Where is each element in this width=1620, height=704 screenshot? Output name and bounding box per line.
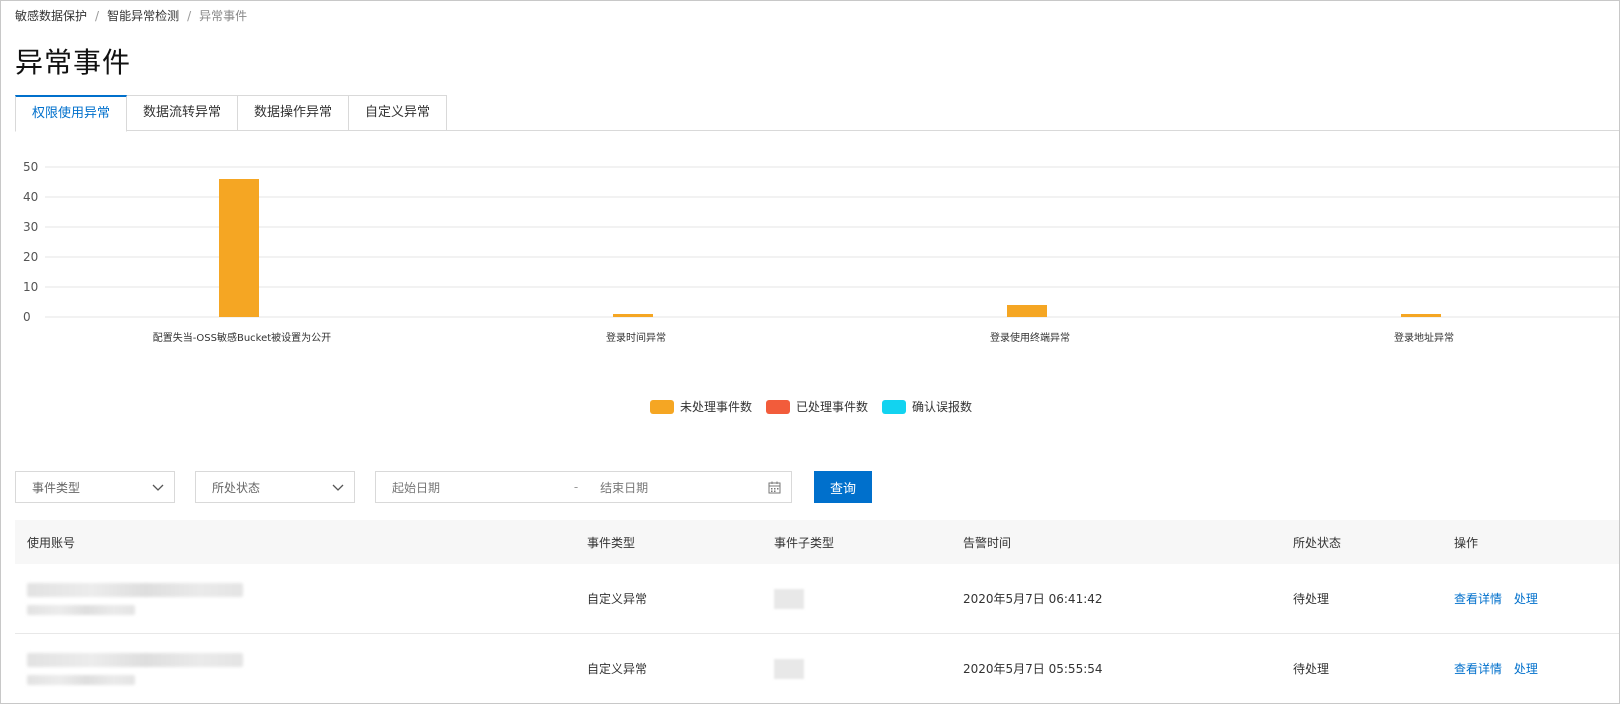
y-tick-label: 10 — [23, 280, 38, 294]
event-type-cell: 自定义异常 — [587, 662, 648, 676]
legend-label-unprocessed: 未处理事件数 — [679, 400, 752, 414]
chart-svg: 0 10 20 30 40 50 配置失当-OSS敏感Bucket被设置为公开 登录时间异常 登… — [23, 160, 1619, 344]
bar-unprocessed[interactable] — [1007, 305, 1047, 317]
legend-item-false-positive[interactable]: 确认误报数 — [882, 398, 972, 415]
breadcrumb-item-anomaly-detection[interactable]: 智能异常检测 — [107, 7, 179, 24]
redacted-subtype — [774, 588, 804, 609]
legend-swatch-unprocessed — [649, 399, 674, 414]
tab-bar: 权限使用异常 数据流转异常 数据操作异常 自定义异常 — [15, 95, 1619, 132]
anomaly-bar-chart: 0 10 20 30 40 50 配置失当-OSS敏感Bucket被设置为公开 登录时间异常 登… — [1, 151, 1619, 361]
handle-link[interactable]: 处理 — [1514, 662, 1538, 676]
redacted-account — [27, 652, 243, 667]
header-status: 所处状态 — [1293, 535, 1342, 550]
chart-legend: 未处理事件数 已处理事件数 确认误报数 — [1, 398, 1619, 415]
page-title: 异常事件 — [15, 46, 132, 79]
actions-cell: 查看详情 处理 — [1454, 660, 1619, 677]
event-subtype-cell — [774, 658, 963, 679]
date-range-picker[interactable]: 起始日期 - 结束日期 — [375, 471, 792, 503]
date-separator: - — [573, 480, 579, 494]
alert-time-cell: 2020年5月7日 05:55:54 — [963, 662, 1103, 676]
query-button[interactable]: 查询 — [814, 471, 872, 503]
table-row: 自定义异常 2020年5月7日 06:41:42 待处理 查看详情 处理 — [15, 564, 1619, 634]
alert-time-cell: 2020年5月7日 06:41:42 — [963, 592, 1103, 606]
account-cell — [15, 582, 587, 615]
status-select[interactable]: 所处状态 — [195, 471, 355, 503]
legend-label-false-positive: 确认误报数 — [912, 400, 973, 414]
page-frame: 敏感数据保护 / 智能异常检测 / 异常事件 异常事件 权限使用异常 数据流转异… — [0, 0, 1620, 704]
chevron-down-icon — [152, 484, 164, 491]
view-details-link[interactable]: 查看详情 — [1454, 662, 1502, 676]
filter-bar: 事件类型 所处状态 起始日期 - 结束日期 查询 — [15, 471, 872, 503]
tab-permission-anomaly[interactable]: 权限使用异常 — [15, 95, 128, 132]
table-header: 使用账号 事件类型 事件子类型 告警时间 所处状态 操作 — [15, 520, 1619, 564]
breadcrumb-item-current: 异常事件 — [199, 9, 248, 23]
tab-data-flow-anomaly[interactable]: 数据流转异常 — [127, 95, 239, 131]
bar-unprocessed[interactable] — [613, 314, 653, 317]
start-date-input[interactable]: 起始日期 — [392, 479, 560, 496]
header-account: 使用账号 — [27, 535, 76, 550]
y-tick-label: 20 — [23, 250, 38, 264]
redacted-account-sub — [27, 604, 135, 615]
x-category-label: 登录地址异常 — [1394, 331, 1454, 344]
legend-label-processed: 已处理事件数 — [795, 400, 868, 414]
actions-cell: 查看详情 处理 — [1454, 590, 1619, 607]
chevron-down-icon — [332, 484, 344, 491]
view-details-link[interactable]: 查看详情 — [1454, 592, 1502, 606]
table-row: 自定义异常 2020年5月7日 05:55:54 待处理 查看详情 处理 — [15, 634, 1619, 703]
event-type-placeholder: 事件类型 — [32, 480, 81, 495]
x-category-label: 登录时间异常 — [606, 331, 666, 344]
tab-custom-anomaly[interactable]: 自定义异常 — [349, 95, 448, 131]
header-alert-time: 告警时间 — [963, 535, 1012, 550]
events-table: 使用账号 事件类型 事件子类型 告警时间 所处状态 操作 自定义异常 2020年… — [15, 520, 1619, 703]
handle-link[interactable]: 处理 — [1514, 592, 1538, 606]
event-type-select[interactable]: 事件类型 — [15, 471, 175, 503]
end-date-input[interactable]: 结束日期 — [592, 479, 768, 496]
y-tick-label: 50 — [23, 160, 38, 174]
calendar-icon[interactable] — [768, 481, 781, 494]
header-event-subtype: 事件子类型 — [774, 535, 835, 550]
event-type-cell: 自定义异常 — [587, 592, 648, 606]
status-cell: 待处理 — [1293, 662, 1330, 676]
event-subtype-cell — [774, 588, 963, 609]
redacted-account — [27, 582, 243, 597]
breadcrumb-item-sensitive-data[interactable]: 敏感数据保护 — [15, 7, 87, 24]
legend-swatch-false-positive — [882, 399, 906, 414]
header-actions: 操作 — [1454, 535, 1479, 550]
legend-item-unprocessed[interactable]: 未处理事件数 — [649, 398, 752, 415]
x-category-label: 配置失当-OSS敏感Bucket被设置为公开 — [153, 331, 331, 344]
breadcrumb: 敏感数据保护 / 智能异常检测 / 异常事件 — [15, 7, 247, 24]
tab-data-operation-anomaly[interactable]: 数据操作异常 — [238, 95, 350, 131]
bar-unprocessed[interactable] — [219, 179, 259, 317]
breadcrumb-separator: / — [187, 8, 192, 23]
y-tick-label: 40 — [23, 190, 38, 204]
redacted-subtype — [774, 658, 804, 679]
status-placeholder: 所处状态 — [212, 480, 261, 495]
breadcrumb-separator: / — [95, 8, 100, 23]
y-tick-label: 30 — [23, 220, 38, 234]
redacted-account-sub — [27, 674, 135, 685]
bar-unprocessed[interactable] — [1401, 314, 1441, 317]
legend-swatch-processed — [765, 399, 790, 414]
y-tick-label: 0 — [23, 310, 31, 324]
x-category-label: 登录使用终端异常 — [990, 331, 1070, 344]
account-cell — [15, 652, 587, 685]
legend-item-processed[interactable]: 已处理事件数 — [765, 398, 868, 415]
header-event-type: 事件类型 — [587, 535, 636, 550]
status-cell: 待处理 — [1293, 592, 1330, 606]
